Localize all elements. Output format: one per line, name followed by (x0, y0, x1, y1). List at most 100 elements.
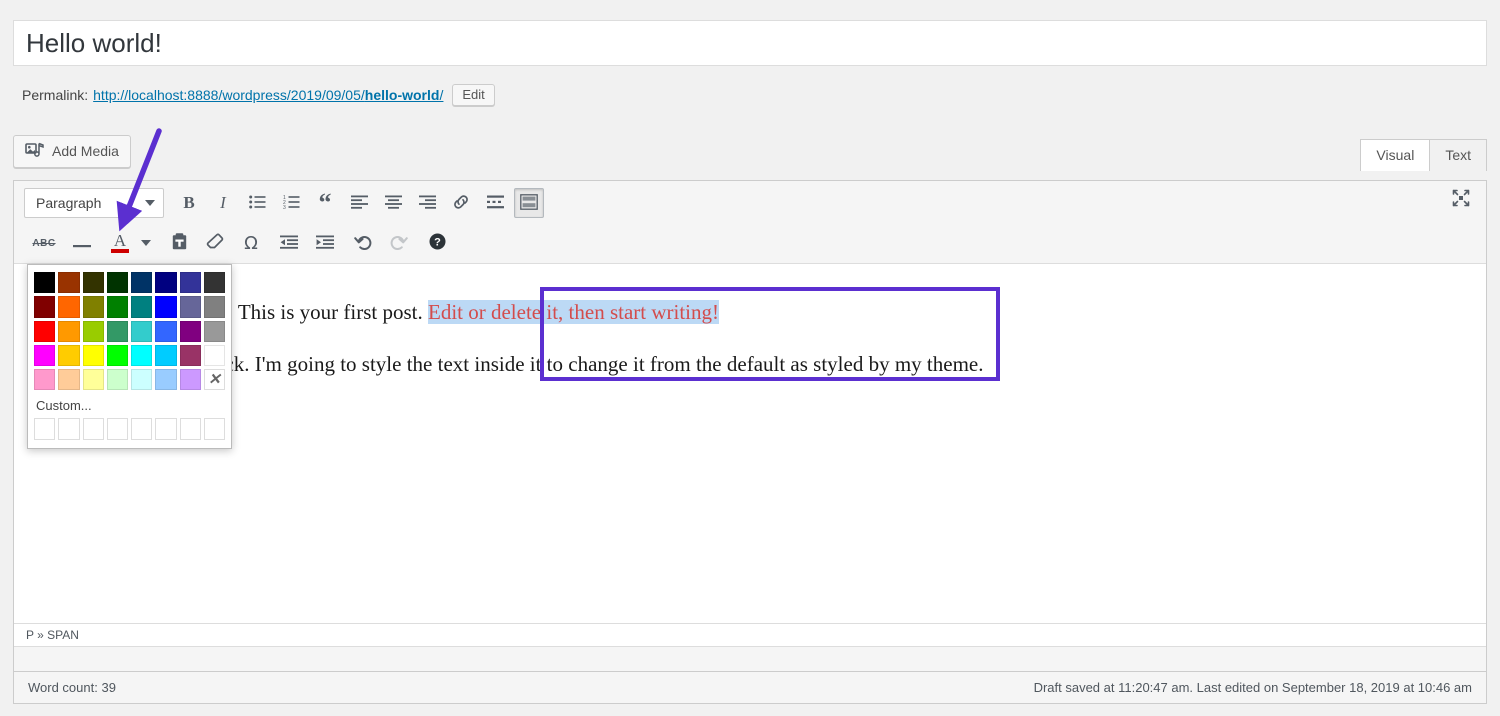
align-center-button[interactable] (378, 188, 408, 218)
align-left-button[interactable] (344, 188, 374, 218)
toolbar-toggle-button[interactable] (514, 188, 544, 218)
distraction-free-writing-button[interactable] (1446, 184, 1476, 214)
tab-text[interactable]: Text (1429, 139, 1487, 171)
fullscreen-icon (1451, 188, 1471, 211)
color-swatch[interactable] (204, 272, 225, 293)
color-swatch[interactable] (155, 321, 176, 342)
word-count: Word count: 39 (28, 680, 116, 695)
redo-icon (390, 234, 408, 253)
text-color-swatch (111, 249, 129, 253)
color-swatch[interactable] (204, 296, 225, 317)
color-swatch[interactable] (34, 369, 55, 390)
no-color-swatch[interactable]: ✕ (204, 369, 225, 390)
edit-permalink-button[interactable]: Edit (452, 84, 494, 106)
editor-mode-tabs: Visual Text (1360, 138, 1487, 170)
color-swatch[interactable] (155, 272, 176, 293)
numbered-list-button[interactable]: 1 2 3 (276, 188, 306, 218)
permalink: Permalink: http://localhost:8888/wordpre… (22, 82, 495, 108)
custom-color-swatch[interactable] (204, 418, 225, 439)
custom-color-swatch[interactable] (131, 418, 152, 439)
color-swatch[interactable] (83, 272, 104, 293)
svg-text:3: 3 (283, 205, 286, 209)
blockquote-icon: “ (319, 198, 332, 208)
color-swatch[interactable] (131, 369, 152, 390)
custom-color-swatch[interactable] (34, 418, 55, 439)
styled-selection: Edit or delete it, then start writing! (428, 300, 719, 324)
color-swatch[interactable] (107, 345, 128, 366)
color-swatch[interactable] (58, 272, 79, 293)
bullet-list-button[interactable] (242, 188, 272, 218)
color-swatch[interactable] (180, 321, 201, 342)
color-swatch[interactable] (180, 345, 201, 366)
color-swatch[interactable] (107, 296, 128, 317)
keyboard-shortcuts-button[interactable]: ? (422, 228, 452, 258)
color-swatch[interactable] (131, 321, 152, 342)
color-swatch[interactable] (180, 296, 201, 317)
color-swatch[interactable] (131, 296, 152, 317)
custom-color-swatch[interactable] (107, 418, 128, 439)
color-swatch[interactable] (34, 296, 55, 317)
color-swatch[interactable] (107, 272, 128, 293)
color-swatch[interactable] (34, 272, 55, 293)
color-swatch[interactable] (58, 345, 79, 366)
color-swatch[interactable] (155, 296, 176, 317)
add-media-label: Add Media (52, 143, 119, 159)
color-swatch[interactable] (204, 321, 225, 342)
redo-button[interactable] (384, 228, 414, 258)
clear-formatting-button[interactable] (200, 228, 230, 258)
blockquote-button[interactable]: “ (310, 188, 340, 218)
color-swatch[interactable] (107, 321, 128, 342)
permalink-slug: hello-world (365, 87, 440, 103)
decrease-indent-button[interactable] (274, 228, 304, 258)
color-swatch[interactable] (83, 345, 104, 366)
element-path-bar: P » SPAN (14, 623, 1486, 647)
color-swatch[interactable] (204, 345, 225, 366)
italic-button[interactable]: I (208, 188, 238, 218)
color-swatch[interactable] (58, 321, 79, 342)
format-select[interactable]: Paragraph (24, 188, 164, 218)
custom-color-swatch[interactable] (180, 418, 201, 439)
color-swatch[interactable] (180, 272, 201, 293)
add-media-button[interactable]: Add Media (13, 135, 131, 168)
custom-color-label[interactable]: Custom... (34, 390, 225, 418)
color-swatch[interactable] (83, 369, 104, 390)
undo-button[interactable] (348, 228, 378, 258)
custom-color-swatch[interactable] (58, 418, 79, 439)
color-swatch[interactable] (58, 369, 79, 390)
color-swatch[interactable] (34, 321, 55, 342)
color-swatch[interactable] (131, 345, 152, 366)
color-swatch[interactable] (34, 345, 55, 366)
text-color-dropdown-button[interactable] (136, 228, 156, 258)
color-swatch[interactable] (107, 369, 128, 390)
paste-as-text-button[interactable] (164, 228, 194, 258)
svg-text:?: ? (434, 237, 441, 249)
permalink-link[interactable]: http://localhost:8888/wordpress/2019/09/… (93, 87, 443, 103)
tab-visual[interactable]: Visual (1360, 139, 1430, 171)
post-title-input[interactable] (14, 21, 1486, 65)
color-swatch[interactable] (155, 345, 176, 366)
content-paragraph-1: Welcome to WordPress. This is your first… (32, 295, 1468, 329)
insert-link-button[interactable] (446, 188, 476, 218)
color-swatch[interactable] (83, 321, 104, 342)
editor-resize-handle[interactable] (14, 646, 1486, 671)
color-swatch[interactable] (83, 296, 104, 317)
increase-indent-button[interactable] (310, 228, 340, 258)
read-more-button[interactable] (480, 188, 510, 218)
format-select-value: Paragraph (36, 195, 101, 211)
editor-content[interactable]: Welcome to WordPress. This is your first… (14, 285, 1486, 623)
italic-icon: I (220, 193, 226, 213)
bold-button[interactable]: B (174, 188, 204, 218)
special-character-button[interactable]: Ω (236, 228, 266, 258)
color-swatch[interactable] (155, 369, 176, 390)
horizontal-line-icon (73, 235, 91, 251)
color-swatch[interactable] (58, 296, 79, 317)
align-right-button[interactable] (412, 188, 442, 218)
custom-color-swatch[interactable] (83, 418, 104, 439)
horizontal-line-button[interactable] (67, 228, 97, 258)
text-color-button[interactable]: A (105, 228, 135, 258)
custom-color-swatch[interactable] (155, 418, 176, 439)
undo-icon (354, 234, 372, 253)
color-swatch[interactable] (180, 369, 201, 390)
color-swatch[interactable] (131, 272, 152, 293)
strikethrough-button[interactable]: ABC (29, 228, 59, 258)
